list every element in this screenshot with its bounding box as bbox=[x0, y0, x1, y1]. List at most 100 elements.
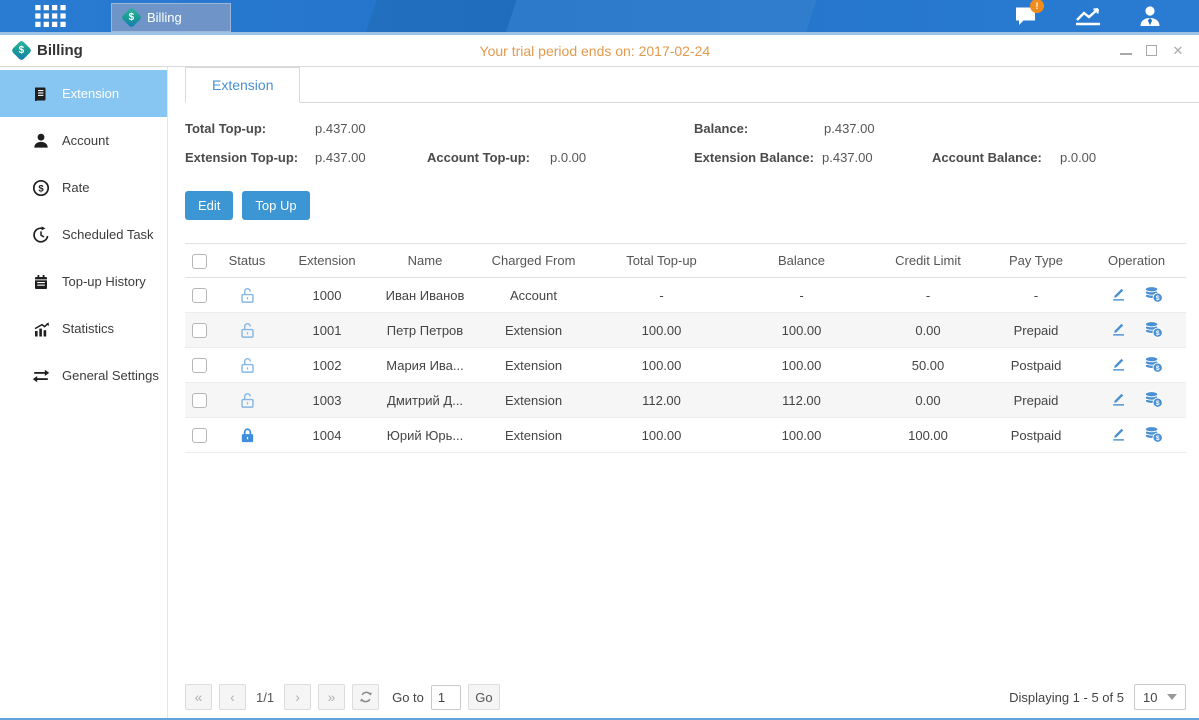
row-checkbox[interactable] bbox=[192, 393, 207, 408]
user-button[interactable] bbox=[1131, 2, 1169, 30]
balance-value: p.437.00 bbox=[824, 121, 875, 136]
name-cell: Дмитрий Д... bbox=[374, 383, 476, 418]
window-maximize-button[interactable] bbox=[1146, 45, 1157, 56]
first-page-button[interactable]: « bbox=[185, 684, 212, 710]
page-indicator: 1/1 bbox=[253, 690, 277, 705]
charged-from-cell: Extension bbox=[476, 418, 591, 453]
billing-diamond-icon: $ bbox=[121, 6, 142, 27]
row-checkbox[interactable] bbox=[192, 288, 207, 303]
extension-topup-value: p.437.00 bbox=[315, 150, 427, 165]
sidebar-item-statistics[interactable]: Statistics bbox=[0, 305, 167, 352]
sidebar: Extension Account $ Rate bbox=[0, 67, 168, 718]
app-tab-label: Billing bbox=[147, 10, 182, 25]
edit-row-icon[interactable] bbox=[1110, 355, 1127, 375]
messages-button[interactable]: ! bbox=[1007, 2, 1045, 30]
sidebar-item-account[interactable]: Account bbox=[0, 117, 167, 164]
sidebar-item-rate[interactable]: $ Rate bbox=[0, 164, 167, 211]
window-close-button[interactable]: ✕ bbox=[1171, 44, 1185, 58]
svg-text:$: $ bbox=[1156, 365, 1160, 372]
sidebar-item-label: Scheduled Task bbox=[62, 227, 154, 242]
refresh-icon bbox=[359, 690, 373, 704]
extension-cell: 1003 bbox=[280, 383, 374, 418]
balance-cell: 100.00 bbox=[732, 348, 871, 383]
extension-balance-label: Extension Balance: bbox=[694, 150, 822, 165]
go-button[interactable]: Go bbox=[468, 684, 500, 710]
sidebar-item-label: Statistics bbox=[62, 321, 114, 336]
table-header-row: Status Extension Name Charged From Total… bbox=[185, 244, 1186, 278]
ledger-icon bbox=[31, 84, 50, 103]
account-topup-value: p.0.00 bbox=[550, 150, 586, 165]
app-tab-billing[interactable]: $ Billing bbox=[111, 3, 231, 32]
select-all-checkbox[interactable] bbox=[192, 254, 207, 269]
previous-page-button[interactable]: ‹ bbox=[219, 684, 246, 710]
billing-summary: Total Top-up: p.437.00 Extension Top-up:… bbox=[185, 121, 1186, 165]
edit-button[interactable]: Edit bbox=[185, 191, 233, 220]
clock-history-icon bbox=[31, 225, 50, 244]
lock-status-icon bbox=[239, 321, 256, 336]
edit-row-icon[interactable] bbox=[1110, 320, 1127, 340]
total-topup-value: p.437.00 bbox=[315, 121, 366, 136]
sidebar-item-general-settings[interactable]: General Settings bbox=[0, 352, 167, 399]
total-topup-cell: 100.00 bbox=[591, 313, 732, 348]
last-page-button[interactable]: » bbox=[318, 684, 345, 710]
refresh-button[interactable] bbox=[352, 684, 379, 710]
pay-type-cell: Postpaid bbox=[985, 348, 1087, 383]
sidebar-item-scheduled-task[interactable]: Scheduled Task bbox=[0, 211, 167, 258]
chevron-down-icon bbox=[1167, 694, 1177, 700]
column-header-operation: Operation bbox=[1087, 244, 1186, 278]
dollar-circle-icon: $ bbox=[31, 178, 50, 197]
balance-cell: - bbox=[732, 278, 871, 313]
lock-status-icon bbox=[239, 356, 256, 371]
top-up-button[interactable]: Top Up bbox=[242, 191, 309, 220]
goto-label: Go to bbox=[392, 690, 424, 705]
bar-chart-icon bbox=[31, 319, 50, 338]
sidebar-item-label: Rate bbox=[62, 180, 89, 195]
table-row: 1000 Иван Иванов Account - - - - bbox=[185, 278, 1186, 313]
topup-row-icon[interactable]: $ bbox=[1144, 285, 1163, 306]
row-checkbox[interactable] bbox=[192, 358, 207, 373]
statistics-button[interactable] bbox=[1069, 2, 1107, 30]
credit-limit-cell: 50.00 bbox=[871, 348, 985, 383]
total-topup-cell: 112.00 bbox=[591, 383, 732, 418]
svg-text:$: $ bbox=[1156, 400, 1160, 407]
window-minimize-button[interactable] bbox=[1120, 46, 1132, 55]
swap-arrows-icon bbox=[31, 366, 50, 385]
lock-status-icon bbox=[239, 286, 256, 301]
displaying-text: Displaying 1 - 5 of 5 bbox=[1009, 690, 1124, 705]
sidebar-item-topup-history[interactable]: Top-up History bbox=[0, 258, 167, 305]
row-checkbox[interactable] bbox=[192, 428, 207, 443]
next-page-button[interactable]: › bbox=[284, 684, 311, 710]
balance-label: Balance: bbox=[694, 121, 824, 136]
total-topup-label: Total Top-up: bbox=[185, 121, 315, 136]
sidebar-item-label: Extension bbox=[62, 86, 119, 101]
name-cell: Мария Ива... bbox=[374, 348, 476, 383]
extension-balance-value: p.437.00 bbox=[822, 150, 932, 165]
sidebar-item-label: Account bbox=[62, 133, 109, 148]
tab-extension[interactable]: Extension bbox=[185, 67, 300, 103]
topup-row-icon[interactable]: $ bbox=[1144, 320, 1163, 341]
main-content: Extension Total Top-up: p.437.00 Extensi… bbox=[168, 67, 1199, 718]
notification-badge: ! bbox=[1030, 0, 1044, 13]
column-header-balance: Balance bbox=[732, 244, 871, 278]
column-header-charged-from: Charged From bbox=[476, 244, 591, 278]
page-size-dropdown[interactable]: 10 bbox=[1134, 684, 1186, 710]
edit-row-icon[interactable] bbox=[1110, 285, 1127, 305]
extension-table: Status Extension Name Charged From Total… bbox=[185, 243, 1186, 453]
app-launcher-grid-icon[interactable] bbox=[33, 5, 69, 27]
topup-row-icon[interactable]: $ bbox=[1144, 390, 1163, 411]
row-checkbox[interactable] bbox=[192, 323, 207, 338]
extension-topup-label: Extension Top-up: bbox=[185, 150, 315, 165]
window-title-bar: $ Billing Your trial period ends on: 201… bbox=[0, 35, 1199, 67]
table-row: 1003 Дмитрий Д... Extension 112.00 112.0… bbox=[185, 383, 1186, 418]
extension-cell: 1004 bbox=[280, 418, 374, 453]
credit-limit-cell: 0.00 bbox=[871, 313, 985, 348]
sidebar-item-extension[interactable]: Extension bbox=[0, 70, 167, 117]
edit-row-icon[interactable] bbox=[1110, 390, 1127, 410]
extension-table-body: 1000 Иван Иванов Account - - - - bbox=[185, 278, 1186, 453]
goto-page-input[interactable] bbox=[431, 685, 461, 710]
edit-row-icon[interactable] bbox=[1110, 425, 1127, 445]
column-header-status: Status bbox=[214, 244, 280, 278]
topup-row-icon[interactable]: $ bbox=[1144, 355, 1163, 376]
name-cell: Петр Петров bbox=[374, 313, 476, 348]
topup-row-icon[interactable]: $ bbox=[1144, 425, 1163, 446]
